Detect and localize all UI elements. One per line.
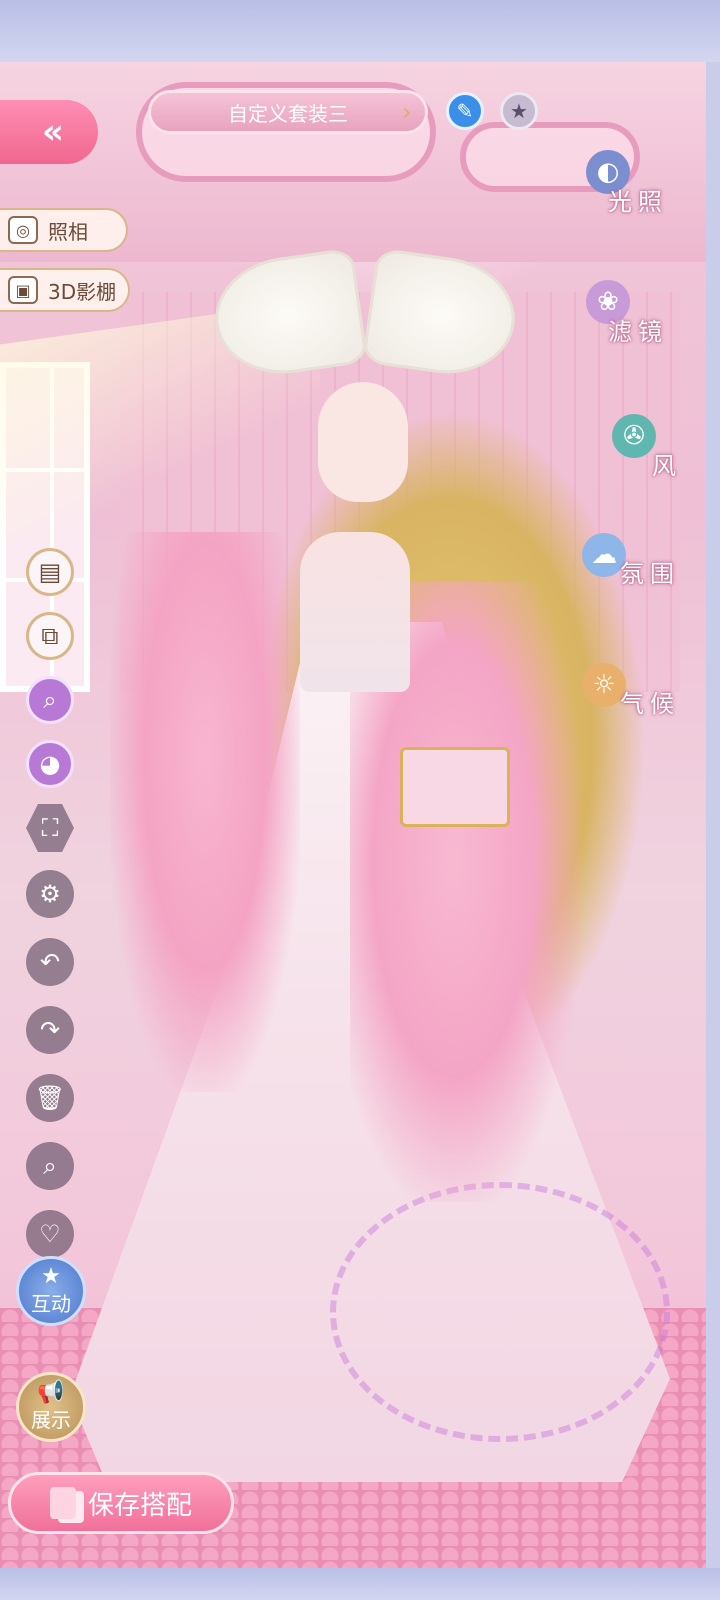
undo-icon: ↶: [39, 948, 61, 976]
lighting-option[interactable]: ◐ 光照: [586, 126, 668, 217]
like-button[interactable]: ♡: [26, 1210, 74, 1258]
filter-option[interactable]: ❀ 滤镜: [586, 256, 668, 347]
heart-icon: ♡: [39, 1220, 61, 1248]
photo-label: 照相: [48, 219, 88, 244]
fullscreen-icon: ⛶: [41, 814, 59, 842]
duplicate-button[interactable]: ⧉: [26, 612, 74, 660]
magnifier-icon: ⌕: [43, 686, 57, 714]
save-outfit-button[interactable]: 保存搭配: [8, 1472, 234, 1534]
character-face: [318, 382, 408, 502]
feather-boa-left: [110, 532, 300, 1092]
style-search-button[interactable]: ⌕: [26, 676, 74, 724]
edit-outfit-name-button[interactable]: ✎: [446, 92, 484, 130]
favorite-button[interactable]: ★: [500, 92, 538, 130]
gear-icon: ⚙: [39, 880, 61, 908]
outfit-name: 自定义套装三: [228, 101, 348, 126]
search-icon: ⌕: [43, 1152, 57, 1180]
wind-label: 风: [652, 452, 682, 480]
outfit-name-selector[interactable]: 自定义套装三: [148, 90, 428, 134]
save-outfit-label: 保存搭配: [87, 1490, 192, 1521]
redo-button[interactable]: ↷: [26, 1006, 74, 1054]
back-button[interactable]: «: [0, 100, 98, 164]
interact-button[interactable]: ★ 互动: [16, 1256, 86, 1326]
camera-icon: ◎: [8, 216, 38, 244]
showcase-button[interactable]: 📢 展示: [16, 1372, 86, 1442]
pencil-icon: ✎: [456, 99, 474, 123]
3d-studio-button[interactable]: ▣ 3D影棚: [0, 268, 130, 312]
character-bodice: [300, 532, 410, 692]
showcase-label: 展示: [31, 1407, 71, 1432]
settings-button[interactable]: ⚙: [26, 870, 74, 918]
interact-label: 互动: [31, 1291, 71, 1316]
save-outfit-icon: [49, 1487, 76, 1519]
lighting-label: 光照: [608, 188, 668, 216]
ambience-option[interactable]: ☁ 氛围: [582, 520, 680, 589]
star-icon: ★: [510, 99, 528, 123]
hair-bow: [215, 247, 515, 377]
megaphone-icon: 📢: [37, 1379, 65, 1405]
duplicate-icon: ⧉: [41, 622, 59, 650]
wardrobe-button[interactable]: ▤: [26, 548, 74, 596]
3d-studio-label: 3D影棚: [48, 279, 117, 304]
weather-label: 气候: [620, 690, 680, 718]
cube-icon: ▣: [8, 276, 38, 304]
palette-icon: ◕: [39, 750, 61, 778]
top-frame: [0, 0, 720, 62]
chevron-right-icon[interactable]: ›: [402, 98, 412, 126]
zoom-button[interactable]: ⌕: [26, 1142, 74, 1190]
gown-swirl-pattern: [330, 1182, 670, 1442]
undo-button[interactable]: ↶: [26, 938, 74, 986]
double-chevron-left-icon: «: [42, 112, 64, 152]
trash-icon: 🗑: [34, 1084, 66, 1112]
redo-icon: ↷: [39, 1016, 61, 1044]
fan-icon: ✇: [612, 413, 656, 458]
character-handbag: [400, 747, 510, 827]
star-icon: ★: [41, 1263, 61, 1289]
filter-label: 滤镜: [608, 318, 668, 346]
ambience-label: 氛围: [620, 560, 680, 588]
weather-option[interactable]: ☼ 气候: [582, 650, 680, 719]
wardrobe-icon: ▤: [38, 558, 62, 586]
palette-button[interactable]: ◕: [26, 740, 74, 788]
delete-button[interactable]: 🗑: [26, 1074, 74, 1122]
wind-option[interactable]: ✇ 风: [612, 390, 682, 481]
bottom-frame: [0, 1568, 720, 1600]
photo-button[interactable]: ◎ 照相: [0, 208, 128, 252]
